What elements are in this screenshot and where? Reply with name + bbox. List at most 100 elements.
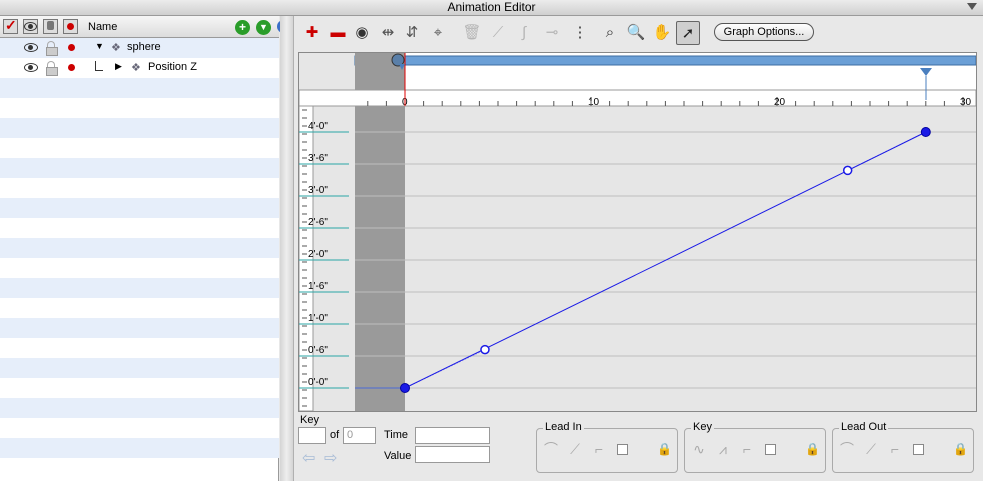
empty-row — [0, 278, 279, 298]
empty-row — [0, 418, 279, 438]
of-label: of — [330, 429, 340, 441]
step-key-icon[interactable]: ⌐ — [737, 439, 757, 459]
constant-interp-icon[interactable]: ⊸ — [540, 21, 564, 45]
object-icon: ❖ — [111, 42, 121, 54]
timeline-range-bar[interactable] — [354, 55, 977, 66]
linear-tangent-icon[interactable]: ⟋ — [861, 439, 881, 459]
empty-row — [0, 118, 279, 138]
keyframe-point[interactable] — [920, 127, 931, 137]
step-interp-icon[interactable]: ⋮ — [568, 21, 592, 45]
keyframe-point[interactable] — [400, 383, 410, 393]
outline-row-position-z[interactable]: ▶ ❖ Position Z — [0, 58, 279, 78]
value-label: Value — [384, 450, 412, 462]
eye-icon[interactable] — [24, 43, 38, 52]
eye-icon[interactable] — [24, 63, 38, 72]
y-tick-label: 1'-0" — [308, 313, 328, 324]
y-tick-label: 1'-6" — [308, 281, 328, 292]
record-dot-icon[interactable] — [68, 64, 75, 71]
empty-row — [0, 358, 279, 378]
lead-out-group: Lead Out ⌒ ⟋ ⌐ 🔒 — [832, 421, 974, 473]
empty-row — [0, 318, 279, 338]
lock-icon[interactable]: 🔒 — [805, 442, 820, 456]
next-key-icon[interactable]: ⇨ — [324, 448, 337, 468]
graph-options-button[interactable]: Graph Options... — [714, 23, 814, 41]
name-column-header: Name — [88, 21, 118, 33]
arrow-select-icon[interactable]: ➚ — [676, 21, 700, 45]
y-tick-label: 3'-0" — [308, 185, 328, 196]
add-key-icon[interactable]: ✚ — [300, 21, 324, 45]
key-editor: Key of 0 Time Value ⇦ ⇨ Lead In ⌒ ⟋ ⌐ 🔒 … — [296, 412, 983, 481]
graph-area[interactable]: 0102030 0'-0"0'-6"1'-0"1'-6"2'-0"2'-6"3'… — [298, 52, 977, 412]
step-tangent-icon[interactable]: ⌐ — [885, 439, 905, 459]
graph-toolbar: ✚ ▬ ◉ ⇹ ⇵ ⌖ 🗑 ⟋ ∫ ⊸ ⋮ ⌕ 🔍 ✋ ➚ Graph Opti… — [296, 18, 983, 50]
hand-icon[interactable]: ✋ — [650, 21, 674, 45]
fit-vertical-icon[interactable]: ⇵ — [400, 21, 424, 45]
prev-key-icon[interactable]: ⇦ — [302, 448, 315, 468]
chevron-down-icon[interactable]: ▼ — [256, 20, 271, 35]
object-icon: ❖ — [131, 62, 141, 74]
record-column-icon[interactable] — [63, 19, 78, 34]
value-field[interactable] — [415, 446, 490, 463]
pane-splitter[interactable] — [280, 16, 294, 481]
tree-connector-icon — [95, 61, 103, 71]
time-field[interactable] — [415, 427, 490, 444]
disclosure-triangle-icon[interactable]: ▼ — [95, 41, 104, 51]
fit-horizontal-icon[interactable]: ⇹ — [376, 21, 400, 45]
lead-in-checkbox[interactable] — [617, 444, 628, 455]
lead-out-checkbox[interactable] — [913, 444, 924, 455]
tangent-handle-point[interactable] — [480, 344, 490, 355]
y-tick-label: 2'-0" — [308, 249, 328, 260]
zoom-icon[interactable]: 🔍 — [624, 21, 648, 45]
empty-row — [0, 378, 279, 398]
key-count-field[interactable]: 0 — [343, 427, 376, 444]
empty-row — [0, 78, 279, 98]
linear-key-icon[interactable]: ⩘ — [713, 439, 733, 459]
curve-interp-icon[interactable]: ∫ — [512, 21, 536, 45]
smooth-tangent-icon[interactable]: ⌒ — [837, 439, 857, 459]
linear-interp-icon[interactable]: ⟋ — [486, 21, 510, 45]
trash-icon[interactable]: 🗑 — [460, 21, 484, 45]
window-title-bar: Animation Editor — [0, 0, 983, 16]
empty-row — [0, 258, 279, 278]
curve-graph[interactable]: 0102030 0'-0"0'-6"1'-0"1'-6"2'-0"2'-6"3'… — [298, 53, 977, 412]
view-keys-icon[interactable]: ◉ — [350, 21, 374, 45]
key-index-field[interactable] — [298, 427, 326, 444]
lock-icon[interactable]: 🔒 — [953, 442, 968, 456]
window-title: Animation Editor — [447, 0, 536, 14]
tangent-handle-point[interactable] — [842, 165, 853, 176]
empty-row — [0, 338, 279, 358]
empty-row — [0, 238, 279, 258]
x-tick-label: 20 — [774, 97, 786, 108]
smooth-key-icon[interactable]: ∿ — [689, 439, 709, 459]
pre-range-shade — [355, 106, 405, 411]
remove-key-icon[interactable]: ▬ — [326, 21, 350, 45]
y-tick-label: 0'-0" — [308, 377, 328, 388]
disclosure-triangle-icon[interactable]: ▶ — [115, 61, 122, 72]
smooth-tangent-icon[interactable]: ⌒ — [541, 439, 561, 459]
linear-tangent-icon[interactable]: ⟋ — [565, 439, 585, 459]
outline-header: ✓ Name + ▼ « — [0, 16, 290, 38]
unlock-icon[interactable] — [46, 41, 58, 56]
empty-row — [0, 98, 279, 118]
key-tangent-group: Key ∿ ⩘ ⌐ 🔒 — [684, 421, 826, 473]
step-tangent-icon[interactable]: ⌐ — [589, 439, 609, 459]
add-point-icon[interactable]: ⌕ — [598, 21, 622, 45]
empty-row — [0, 218, 279, 238]
unlock-icon[interactable] — [46, 61, 58, 76]
y-tick-label: 4'-0" — [308, 121, 328, 132]
frame-selection-icon[interactable]: ⌖ — [426, 21, 450, 45]
lock-column-icon[interactable] — [43, 19, 58, 34]
outline-row-label: sphere — [127, 41, 161, 53]
key-checkbox[interactable] — [765, 444, 776, 455]
visibility-column-icon[interactable] — [23, 19, 38, 34]
lock-icon[interactable]: 🔒 — [657, 442, 672, 456]
lead-in-label: Lead In — [543, 421, 584, 433]
add-icon[interactable]: + — [235, 20, 250, 35]
x-tick-label: 30 — [960, 97, 972, 108]
checkmark-column-icon[interactable]: ✓ — [3, 17, 18, 34]
lead-in-group: Lead In ⌒ ⟋ ⌐ 🔒 — [536, 421, 678, 473]
outline-row-sphere[interactable]: ▼ ❖ sphere — [0, 38, 279, 58]
time-label: Time — [384, 429, 409, 441]
collapse-icon[interactable] — [967, 3, 977, 10]
record-dot-icon[interactable] — [68, 44, 75, 51]
